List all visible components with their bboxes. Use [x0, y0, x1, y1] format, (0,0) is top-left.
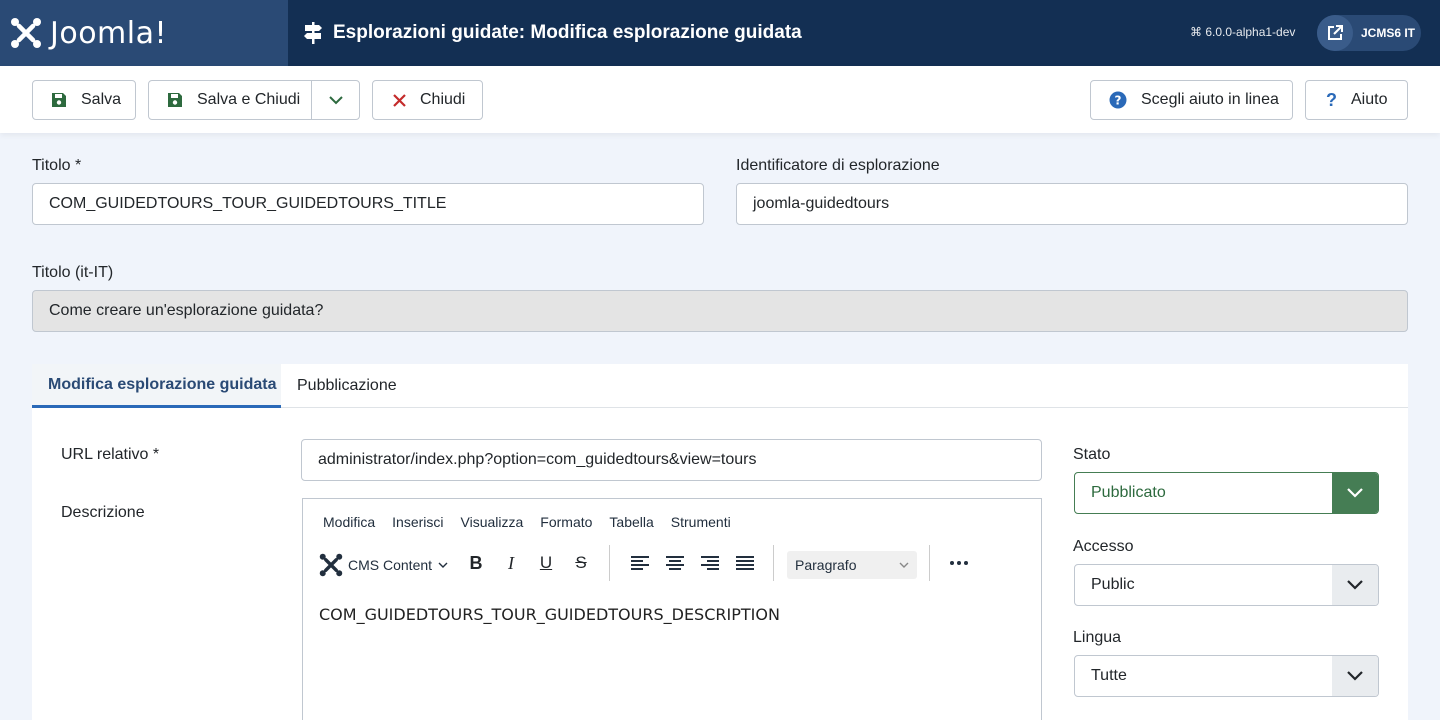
toolbar-divider — [609, 545, 610, 581]
logo-text: Joomla! — [50, 15, 168, 51]
close-icon — [393, 93, 406, 107]
question-circle-icon: ? — [1109, 91, 1127, 109]
align-right-icon[interactable] — [699, 545, 721, 581]
tab-publishing[interactable]: Pubblicazione — [297, 364, 397, 408]
menu-strumenti[interactable]: Strumenti — [671, 514, 731, 530]
bold-icon[interactable]: B — [465, 545, 487, 581]
save-label: Salva — [81, 91, 122, 108]
toolbar-divider — [773, 545, 774, 581]
toolbar: Salva Salva e Chiudi Chiudi ? Scegli aiu… — [0, 66, 1440, 133]
access-value: Public — [1091, 576, 1135, 593]
site-label: JCMS6 IT — [1361, 26, 1416, 40]
menu-modifica[interactable]: Modifica — [323, 514, 375, 530]
align-left-icon[interactable] — [629, 545, 651, 581]
cms-content-label: CMS Content — [348, 557, 433, 573]
save-icon — [167, 92, 183, 108]
joomla-icon — [319, 553, 343, 577]
strikethrough-icon[interactable]: S — [570, 545, 592, 581]
language-value: Tutte — [1091, 667, 1127, 684]
uid-input[interactable]: joomla-guidedtours — [736, 183, 1408, 225]
editor-toolbar: CMS Content B I U S Paragrafo — [303, 545, 1041, 589]
joomla-logo[interactable]: Joomla! — [0, 0, 288, 66]
save-close-button[interactable]: Salva e Chiudi — [148, 80, 360, 120]
more-icon[interactable] — [947, 545, 971, 581]
state-value: Pubblicato — [1091, 484, 1166, 501]
url-label: URL relativo * — [61, 446, 160, 463]
chevron-down-icon — [1332, 565, 1378, 605]
menu-formato[interactable]: Formato — [540, 514, 592, 530]
help-label: Aiuto — [1351, 91, 1388, 108]
menu-visualizza[interactable]: Visualizza — [461, 514, 524, 530]
language-select[interactable]: Tutte — [1074, 655, 1379, 697]
help-choose-button[interactable]: ? Scegli aiuto in linea — [1090, 80, 1293, 120]
joomla-logo-icon — [11, 18, 41, 48]
title-input[interactable]: COM_GUIDEDTOURS_TOUR_GUIDEDTOURS_TITLE — [32, 183, 704, 225]
page-title-text: Esplorazioni guidate: Modifica esplorazi… — [333, 22, 802, 43]
state-label: Stato — [1073, 446, 1111, 463]
editor-content-text[interactable]: COM_GUIDEDTOURS_TOUR_GUIDEDTOURS_DESCRIP… — [319, 605, 780, 624]
paragraph-label: Paragrafo — [795, 557, 857, 573]
title-label: Titolo * — [32, 157, 82, 174]
menu-tabella[interactable]: Tabella — [609, 514, 653, 530]
chevron-down-icon — [899, 562, 909, 568]
chevron-down-icon — [438, 562, 448, 568]
description-label: Descrizione — [61, 504, 145, 521]
align-justify-icon[interactable] — [734, 545, 756, 581]
chevron-down-icon — [328, 95, 343, 104]
uid-label: Identificatore di esplorazione — [736, 157, 940, 174]
align-center-icon[interactable] — [664, 545, 686, 581]
signpost-icon — [303, 22, 323, 44]
description-editor: Modifica Inserisci Visualizza Formato Ta… — [302, 498, 1042, 720]
menu-inserisci[interactable]: Inserisci — [392, 514, 443, 530]
svg-text:?: ? — [1115, 94, 1122, 108]
title-lang-label: Titolo (it-IT) — [32, 264, 114, 281]
access-select[interactable]: Public — [1074, 564, 1379, 606]
language-label: Lingua — [1073, 629, 1122, 646]
page-title: Esplorazioni guidate: Modifica esplorazi… — [303, 0, 802, 66]
chevron-down-icon — [1332, 656, 1378, 696]
italic-icon[interactable]: I — [500, 545, 522, 581]
version-label: ⌘ 6.0.0-alpha1-dev — [1190, 25, 1296, 39]
title-lang-field: Come creare un'esplorazione guidata? — [32, 290, 1408, 332]
save-button[interactable]: Salva — [32, 80, 136, 120]
external-link-icon — [1317, 15, 1353, 51]
chevron-down-icon — [1332, 473, 1378, 513]
state-select[interactable]: Pubblicato — [1074, 472, 1379, 514]
url-input[interactable]: administrator/index.php?option=com_guide… — [301, 439, 1042, 481]
tab-edit-tour[interactable]: Modifica esplorazione guidata — [32, 364, 281, 408]
toolbar-divider — [929, 545, 930, 581]
access-label: Accesso — [1073, 538, 1134, 555]
underline-icon[interactable]: U — [535, 545, 557, 581]
tab-bar: Modifica esplorazione guidata Pubblicazi… — [32, 364, 1408, 408]
editor-menubar: Modifica Inserisci Visualizza Formato Ta… — [303, 499, 1041, 545]
cms-content-button[interactable]: CMS Content — [319, 549, 448, 581]
question-icon: ? — [1326, 89, 1337, 110]
close-button[interactable]: Chiudi — [372, 80, 483, 120]
save-close-label: Salva e Chiudi — [197, 91, 301, 108]
paragraph-select[interactable]: Paragrafo — [787, 551, 917, 579]
save-dropdown-toggle[interactable] — [311, 81, 359, 119]
help-choose-label: Scegli aiuto in linea — [1141, 91, 1279, 108]
header-bar: Joomla! Esplorazioni guidate: Modifica e… — [0, 0, 1440, 66]
help-button[interactable]: ? Aiuto — [1305, 80, 1408, 120]
save-icon — [51, 92, 67, 108]
view-site-button[interactable]: JCMS6 IT — [1317, 15, 1421, 51]
close-label: Chiudi — [420, 91, 466, 108]
